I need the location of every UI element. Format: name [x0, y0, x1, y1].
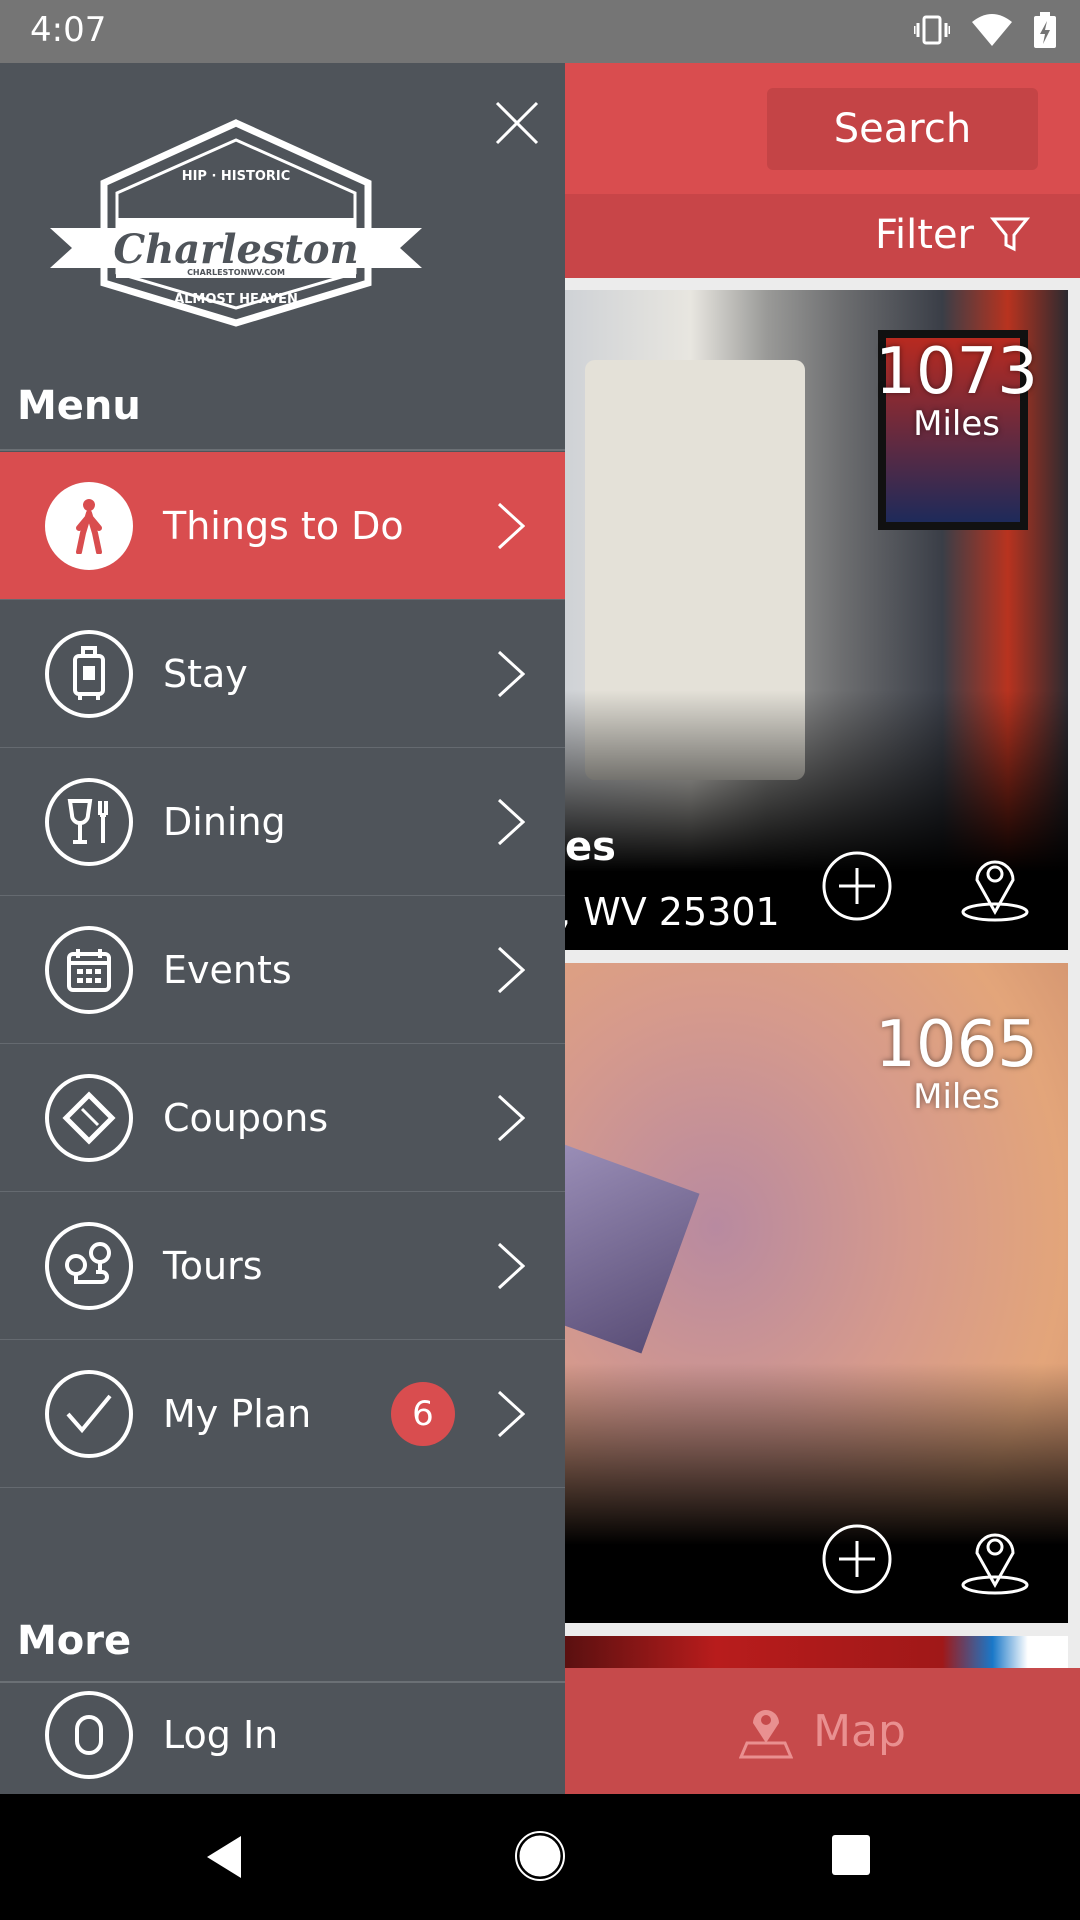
menu-item-stay[interactable]: Stay	[0, 600, 565, 748]
card-title: es	[565, 824, 616, 870]
menu-item-label: Stay	[163, 651, 248, 696]
wifi-icon	[972, 14, 1012, 46]
more-heading: More	[17, 1618, 132, 1664]
status-time: 4:07	[30, 10, 107, 50]
chevron-right-icon	[497, 502, 525, 549]
menu-heading: Menu	[17, 383, 141, 429]
user-icon	[75, 1715, 103, 1755]
back-icon[interactable]	[205, 1834, 245, 1880]
battery-charging-icon	[1034, 12, 1056, 48]
map-icon	[739, 1710, 794, 1759]
menu-item-tours[interactable]: Tours	[0, 1192, 565, 1340]
menu-item-my-plan[interactable]: My Plan 6	[0, 1340, 565, 1488]
menu-item-label: Things to Do	[163, 503, 404, 548]
menu-item-label: Tours	[163, 1243, 263, 1288]
navigation-drawer: Charleston CHARLESTONWV.COM HIP · HISTOR…	[0, 63, 565, 1794]
calendar-icon	[67, 948, 111, 992]
distance: 1073 Miles	[875, 340, 1038, 444]
distance-value: 1073	[875, 335, 1038, 409]
svg-text:Charleston: Charleston	[113, 226, 358, 273]
chevron-right-icon	[497, 798, 525, 845]
filter-button[interactable]: Filter	[875, 212, 1030, 258]
vibrate-icon	[914, 15, 950, 45]
menu-item-dining[interactable]: Dining	[0, 748, 565, 896]
distance: 1065 Miles	[875, 1013, 1038, 1117]
card-image-detail	[565, 1142, 700, 1354]
card-address: 3	[565, 1563, 567, 1607]
card-address: , WV 25301	[565, 890, 780, 934]
distance-unit: Miles	[913, 1077, 1000, 1117]
route-icon	[65, 1241, 111, 1284]
home-icon[interactable]	[515, 1831, 565, 1881]
recents-icon[interactable]	[831, 1834, 871, 1876]
svg-text:ALMOST HEAVEN: ALMOST HEAVEN	[174, 292, 298, 307]
system-nav-bar	[0, 1794, 1080, 1920]
charleston-logo: Charleston CHARLESTONWV.COM HIP · HISTOR…	[50, 119, 422, 327]
distance-value: 1065	[875, 1008, 1038, 1082]
checkmark-icon	[66, 1394, 112, 1433]
listing-card[interactable]: 1065Miles 3	[565, 963, 1068, 1623]
divider	[0, 1681, 565, 1683]
menu-item-things-to-do[interactable]: Things to Do	[0, 452, 565, 600]
walking-person-icon	[76, 498, 102, 554]
add-to-plan-icon[interactable]	[821, 1523, 893, 1595]
luggage-icon	[73, 645, 105, 700]
menu-item-label: Log In	[163, 1713, 279, 1757]
menu-item-events[interactable]: Events	[0, 896, 565, 1044]
chevron-right-icon	[497, 1094, 525, 1141]
map-pin-icon[interactable]	[959, 850, 1031, 922]
status-bar: 4:07	[0, 0, 1080, 63]
menu-item-coupons[interactable]: Coupons	[0, 1044, 565, 1192]
filter-label: Filter	[874, 212, 974, 258]
add-to-plan-icon[interactable]	[821, 850, 893, 922]
plan-count-badge: 6	[391, 1381, 455, 1446]
search-button[interactable]: Search	[767, 88, 1038, 170]
menu-item-label: Coupons	[163, 1095, 329, 1140]
svg-text:CHARLESTONWV.COM: CHARLESTONWV.COM	[187, 268, 285, 277]
distance-unit: Miles	[913, 404, 1000, 444]
divider	[0, 449, 565, 451]
listing-card[interactable]: 1073 Miles es , WV 25301	[565, 290, 1068, 950]
menu-item-log-in[interactable]: Log In	[0, 1685, 565, 1785]
close-icon[interactable]	[495, 101, 539, 145]
map-label: Map	[813, 1705, 906, 1757]
menu-item-label: My Plan	[163, 1391, 312, 1436]
chevron-right-icon	[497, 650, 525, 697]
filter-icon	[990, 217, 1030, 252]
map-pin-icon[interactable]	[959, 1523, 1031, 1595]
chevron-right-icon	[497, 1390, 525, 1437]
ticket-icon	[62, 1090, 116, 1145]
wine-fork-icon	[67, 798, 108, 844]
chevron-right-icon	[497, 946, 525, 993]
menu-item-label: Dining	[163, 799, 286, 844]
chevron-right-icon	[497, 1242, 525, 1289]
svg-text:HIP · HISTORIC: HIP · HISTORIC	[182, 169, 291, 184]
menu-item-label: Events	[163, 947, 292, 992]
